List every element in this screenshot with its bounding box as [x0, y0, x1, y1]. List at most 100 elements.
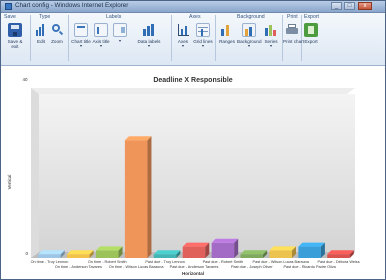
chart-bar-front: [240, 254, 264, 258]
axes-button[interactable]: Axes ▾: [175, 23, 191, 61]
export-icon: [304, 23, 318, 37]
chart-bar-top: [298, 242, 325, 247]
zoom-button[interactable]: Zoom: [49, 23, 65, 61]
x-tick-label: On time - Troy Lennon: [31, 260, 69, 264]
chart-side-wall: [31, 88, 39, 258]
group-header-background: Background: [237, 14, 265, 20]
legend-button[interactable]: ▾: [110, 23, 130, 61]
x-tick-label: Past due - Wilson Lucas Barauna: [253, 260, 310, 264]
browser-window: Chart config - Windows Internet Explorer…: [0, 0, 386, 280]
print-chart-label: Print chart: [283, 39, 304, 44]
y-tick-top: 40: [22, 77, 28, 82]
save-exit-button[interactable]: Save & exit: [5, 23, 25, 61]
edit-label: Edit: [37, 39, 45, 44]
y-axis-title: Vertical: [7, 175, 12, 190]
axis-title-dropdown-icon: ▾: [99, 43, 102, 48]
chart-bar-front: [38, 254, 61, 258]
background-button[interactable]: Background ▾: [237, 23, 262, 61]
chart-bar-front: [298, 246, 321, 258]
gridlines-icon: [196, 23, 210, 37]
axis-title-button[interactable]: Axis title ▾: [91, 23, 111, 61]
ranges-label: Ranges: [219, 39, 235, 44]
ie-app-icon: [5, 3, 12, 10]
data-labels-dropdown-icon: ▾: [147, 43, 150, 48]
chart-bar-front: [124, 140, 148, 258]
axes-icon: [176, 23, 190, 37]
group-header-axes: Axes: [189, 14, 201, 20]
close-button[interactable]: x: [358, 2, 372, 10]
x-tick-label: Past due - Débora Weiss: [317, 260, 359, 264]
chart-bar: [327, 250, 354, 258]
save-icon: [8, 23, 22, 37]
series-button[interactable]: Series ▾: [262, 23, 280, 61]
axis-title-icon: [94, 23, 108, 37]
data-labels-button[interactable]: Data labels ▾: [136, 23, 162, 61]
chart-bar-front: [211, 242, 235, 258]
minimize-button[interactable]: _: [331, 2, 342, 10]
x-tick-label: On time - Anderson Tavares: [55, 265, 102, 269]
chart-bar-top: [211, 238, 239, 243]
chart-title-icon: [74, 23, 88, 37]
chart-bar: [182, 242, 210, 258]
chart-bar: [95, 246, 123, 258]
x-axis-title: Horizontal: [182, 271, 204, 276]
group-separator: [215, 15, 216, 61]
x-tick-label: On time - Wilson Lucas Barauna: [109, 265, 165, 269]
legend-icon: [113, 23, 127, 37]
bar-chart: Deadline X Responsible 40 0 Vertical Hor…: [7, 77, 360, 276]
chart-bar-front: [153, 254, 177, 258]
window-title: Chart config - Windows Internet Explorer: [15, 2, 129, 9]
chart-area: Deadline X Responsible 40 0 Vertical Hor…: [1, 66, 385, 279]
chart-bar-top: [153, 250, 181, 255]
group-header-type: Type: [39, 14, 51, 20]
axes-dropdown-icon: ▾: [181, 43, 184, 48]
ranges-button[interactable]: Ranges: [218, 23, 236, 61]
group-separator: [68, 15, 69, 61]
edit-button[interactable]: Edit: [34, 23, 48, 61]
chart-bar-front: [95, 250, 119, 258]
chart-bar-front: [67, 254, 90, 258]
save-exit-label: Save & exit: [7, 39, 23, 49]
group-separator: [30, 15, 31, 61]
chart-bar: [211, 238, 239, 258]
x-tick-label: Past due - Anderson Tavares: [170, 265, 219, 269]
chart-title: Deadline X Responsible: [153, 77, 232, 84]
maximize-button[interactable]: □: [344, 2, 355, 10]
chart-bar-top: [95, 246, 123, 251]
chart-back-wall: [39, 94, 355, 252]
grid-lines-button[interactable]: Grid lines ▾: [193, 23, 213, 61]
chart-bar-top: [269, 246, 297, 251]
export-label: Export: [304, 39, 318, 44]
chart-bar-top: [38, 250, 65, 255]
chart-bar: [298, 242, 325, 258]
print-chart-button[interactable]: Print chart: [283, 23, 304, 61]
chart-bar-front: [269, 250, 293, 258]
chart-back-wall-top: [31, 88, 355, 94]
chart-bar-top: [182, 242, 210, 247]
background-icon: [242, 23, 256, 37]
chart-bar-top: [67, 250, 94, 255]
export-button[interactable]: Export: [302, 23, 320, 61]
series-icon: [264, 23, 278, 37]
edit-chart-icon: [35, 23, 47, 37]
chart-title-button[interactable]: Chart title ▾: [71, 23, 91, 61]
chart-bar-top: [124, 136, 152, 141]
group-separator: [171, 15, 172, 61]
x-tick-label: Past due - Robert Smith: [203, 260, 244, 264]
chart-bar-front: [182, 246, 206, 258]
chart-bar-top: [327, 250, 354, 255]
chart-bar-side: [147, 136, 152, 258]
chart-bar: [124, 136, 152, 258]
group-header-labels: Labels: [106, 14, 122, 20]
chart-bar: [153, 250, 181, 258]
y-tick-bottom: 0: [25, 251, 28, 256]
grid-lines-dropdown-icon: ▾: [201, 43, 204, 48]
data-labels-icon: [142, 23, 156, 37]
zoom-label: Zoom: [51, 39, 63, 44]
group-header-print: Print: [287, 14, 298, 20]
zoom-icon: [50, 23, 64, 37]
background-dropdown-icon: ▾: [247, 43, 250, 48]
x-tick-label: Past due - Ricardo Padre Oliva: [283, 265, 336, 269]
chart-bar: [269, 246, 297, 258]
chart-bar-front: [327, 254, 350, 258]
